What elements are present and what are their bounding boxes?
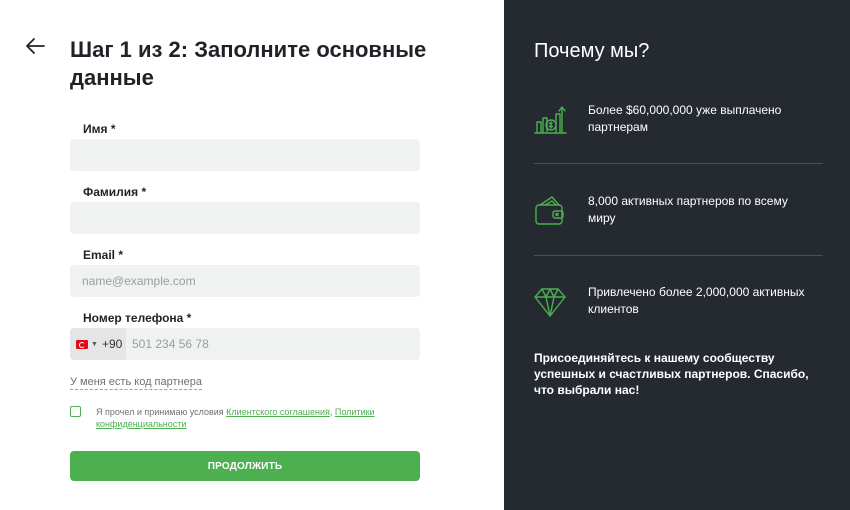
diamond-icon [532,284,568,320]
phone-label: Номер телефона * [83,311,192,325]
country-code: +90 [101,337,123,351]
email-field[interactable] [70,265,420,297]
partner-code-link[interactable]: У меня есть код партнера [70,376,202,390]
feature-divider [534,163,823,164]
phone-field[interactable] [126,328,420,360]
caret-down-icon: ▼ [91,340,98,348]
money-growth-icon [532,102,568,138]
feature-divider [534,255,823,256]
terms-prefix: Я прочел и принимаю условия [96,407,224,417]
join-community-text: Присоединяйтесь к нашему сообществу успе… [534,351,809,397]
terms-text: Я прочел и принимаю условия Клиентского … [96,406,406,430]
feature-item: Более $60,000,000 уже выплачено партнера… [532,102,822,142]
country-code-select[interactable]: ▼ +90 [70,328,126,360]
email-label: Email * [83,248,124,262]
first-name-field[interactable] [70,139,420,171]
feature-item: 8,000 активных партнеров по всему миру [532,193,822,233]
registration-panel: Шаг 1 из 2: Заполните основные данные Им… [0,0,504,510]
client-agreement-link[interactable]: Клиентского соглашения [226,407,330,417]
feature-text: Более $60,000,000 уже выплачено партнера… [588,103,782,134]
continue-button[interactable]: ПРОДОЛЖИТЬ [70,451,420,481]
first-name-label: Имя * [83,122,116,136]
why-us-title: Почему мы? [534,40,650,62]
last-name-label: Фамилия * [83,185,147,199]
page-title: Шаг 1 из 2: Заполните основные данные [70,37,427,90]
terms-separator: , [329,407,333,417]
feature-item: Привлечено более 2,000,000 активных клие… [532,284,822,324]
feature-text: 8,000 активных партнеров по всему миру [588,194,788,225]
back-arrow-icon[interactable] [24,36,48,58]
turkey-flag-icon [76,339,88,349]
wallet-icon [532,193,568,229]
phone-field-group: ▼ +90 [70,328,420,360]
feature-text: Привлечено более 2,000,000 активных клие… [588,285,805,316]
last-name-field[interactable] [70,202,420,234]
why-us-panel: Почему мы? Более $60,000,000 уже выплаче… [504,0,850,510]
terms-checkbox[interactable] [70,406,81,417]
